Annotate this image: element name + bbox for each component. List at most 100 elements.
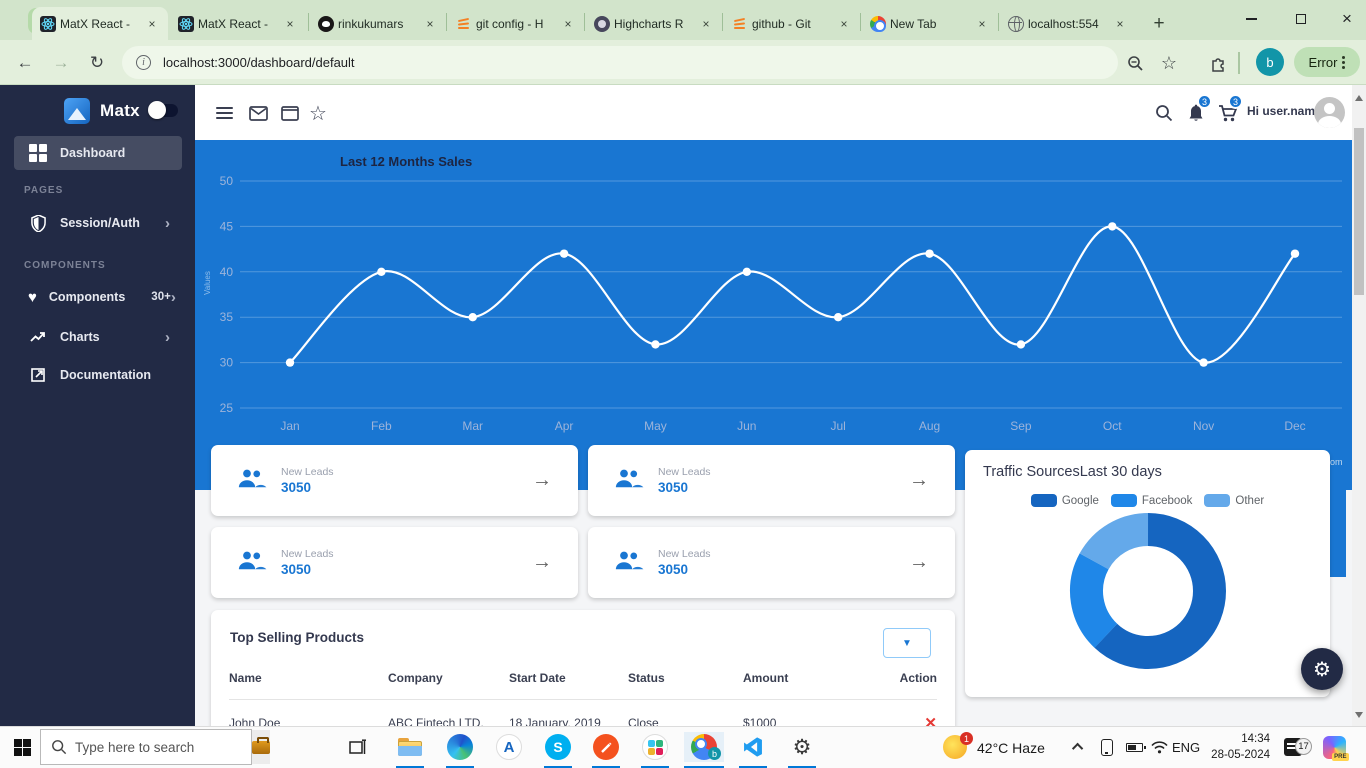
table-row: John Doe ABC Fintech LTD. 18 January, 20… (229, 700, 937, 727)
menu-toggle-icon[interactable] (212, 101, 236, 125)
window-close-button[interactable]: × (1324, 0, 1366, 38)
tab-close-icon[interactable]: × (282, 16, 298, 32)
sidebar-item-label: Components (49, 290, 125, 304)
bookmark-star-icon[interactable]: ☆ (1156, 50, 1182, 76)
your-phone-icon[interactable] (1094, 732, 1120, 762)
sidebar-mode-toggle[interactable] (152, 104, 178, 117)
sidebar-item-session-auth[interactable]: Session/Auth › (14, 206, 182, 240)
site-info-icon[interactable]: i (136, 55, 151, 70)
search-input[interactable] (67, 740, 252, 755)
browser-tab-6[interactable]: github - Git × (724, 7, 860, 40)
browser-tab-3[interactable]: rinkukumars × (310, 7, 446, 40)
scrollbar-down-arrow[interactable] (1355, 712, 1363, 718)
sidebar-item-documentation[interactable]: Documentation (14, 358, 182, 392)
back-button[interactable]: ← (12, 50, 38, 76)
tab-close-icon[interactable]: × (836, 16, 852, 32)
svg-text:May: May (644, 419, 667, 433)
forward-button[interactable]: → (48, 50, 74, 76)
delete-row-icon[interactable]: ✕ (924, 715, 937, 726)
browser-profile-avatar[interactable]: b (1256, 48, 1284, 76)
settings-gear-icon[interactable]: ⚙ (782, 732, 822, 762)
toolbar-divider (1238, 52, 1240, 74)
arrow-right-icon[interactable]: → (532, 469, 552, 492)
sidebar-item-dashboard[interactable]: Dashboard (14, 136, 182, 170)
open-in-new-icon (28, 368, 48, 382)
browser-tab-7[interactable]: New Tab × (862, 7, 998, 40)
briefcase-icon[interactable] (252, 730, 270, 764)
new-leads-card-4[interactable]: New Leads 3050 → (588, 527, 955, 598)
taskbar-clock[interactable]: 14:34 28-05-2024 (1208, 732, 1270, 763)
scrollbar-up-arrow[interactable] (1355, 95, 1363, 101)
weather-text[interactable]: 42°C Haze (977, 740, 1045, 756)
task-view-icon[interactable] (338, 732, 378, 762)
window-maximize-button[interactable] (1278, 0, 1324, 38)
copilot-icon[interactable]: PRE (1316, 732, 1352, 762)
main-content: Last 12 Months Sales Values 504540353025… (195, 140, 1352, 726)
products-filter-dropdown[interactable]: ▼ (883, 628, 931, 658)
window-minimize-button[interactable] (1228, 0, 1274, 38)
browser-tab-1[interactable]: MatX React - × (32, 7, 168, 40)
user-avatar[interactable] (1314, 97, 1345, 128)
new-leads-card-1[interactable]: New Leads 3050 → (211, 445, 578, 516)
zoom-out-icon[interactable] (1122, 50, 1148, 76)
new-tab-button[interactable]: + (1146, 11, 1172, 37)
taskbar-search-box[interactable] (40, 729, 252, 765)
github-favicon-icon (318, 16, 334, 32)
sidebar-item-charts[interactable]: Charts › (14, 320, 182, 354)
browser-tab-2[interactable]: MatX React - × (170, 7, 306, 40)
browser-tab-5[interactable]: Highcharts R × (586, 7, 722, 40)
col-header-action: Action (883, 665, 937, 700)
browser-tab-4[interactable]: git config - H × (448, 7, 584, 40)
file-explorer-icon[interactable] (390, 732, 430, 762)
tab-title: localhost:554 (1028, 17, 1108, 31)
browser-tab-8[interactable]: localhost:554 × (1000, 7, 1136, 40)
start-button[interactable] (2, 732, 42, 762)
chrome-taskbar-icon[interactable]: b (684, 732, 724, 762)
sidebar-item-components[interactable]: ♥ Components 30+ › (14, 280, 182, 314)
tab-close-icon[interactable]: × (1112, 16, 1128, 32)
edge-icon[interactable] (440, 732, 480, 762)
arrow-right-icon[interactable]: → (909, 551, 929, 574)
svg-text:Nov: Nov (1193, 419, 1214, 433)
weather-icon[interactable]: 1 (935, 732, 975, 762)
slack-icon[interactable] (635, 732, 675, 762)
search-icon[interactable] (1152, 101, 1176, 125)
page-scrollbar[interactable] (1352, 85, 1366, 726)
browser-menu-button[interactable]: Error (1294, 47, 1360, 77)
tab-close-icon[interactable]: × (144, 16, 160, 32)
fullscreen-window-icon[interactable] (278, 101, 302, 125)
tab-close-icon[interactable]: × (422, 16, 438, 32)
chart-watermark: om (1330, 457, 1343, 467)
tray-chevron-up-icon[interactable] (1066, 732, 1092, 762)
battery-icon[interactable] (1120, 732, 1148, 762)
settings-fab-gear-icon[interactable]: ⚙ (1301, 648, 1343, 690)
language-indicator[interactable]: ENG (1172, 740, 1200, 755)
tab-close-icon[interactable]: × (698, 16, 714, 32)
lead-card-label: New Leads (658, 466, 711, 478)
cell-amount: $1000 (743, 700, 883, 727)
tab-close-icon[interactable]: × (974, 16, 990, 32)
tab-title: MatX React - (60, 17, 140, 31)
scrollbar-thumb[interactable] (1354, 128, 1364, 295)
arrow-right-icon[interactable]: → (909, 469, 929, 492)
dashboard-icon (28, 144, 48, 162)
arrow-right-icon[interactable]: → (532, 551, 552, 574)
svg-text:Jul: Jul (831, 419, 846, 433)
legend-label: Other (1235, 495, 1264, 507)
tab-close-icon[interactable]: × (560, 16, 576, 32)
star-icon[interactable]: ☆ (306, 101, 330, 125)
wifi-icon[interactable] (1146, 732, 1172, 762)
mail-icon[interactable] (246, 101, 270, 125)
new-leads-card-2[interactable]: New Leads 3050 → (588, 445, 955, 516)
address-bar[interactable]: i localhost:3000/dashboard/default (122, 46, 1118, 79)
extensions-puzzle-icon[interactable] (1205, 50, 1231, 76)
skype-icon[interactable]: S (538, 732, 578, 762)
new-leads-card-3[interactable]: New Leads 3050 → (211, 527, 578, 598)
cell-status: Close (628, 700, 743, 727)
reload-button[interactable]: ↻ (84, 50, 110, 76)
app-a-icon[interactable]: A (489, 732, 529, 762)
notification-count-badge: 3 (1197, 94, 1212, 109)
pen-app-icon[interactable] (586, 732, 626, 762)
notification-center-icon[interactable]: 17 (1276, 732, 1310, 762)
vscode-icon[interactable] (733, 732, 773, 762)
